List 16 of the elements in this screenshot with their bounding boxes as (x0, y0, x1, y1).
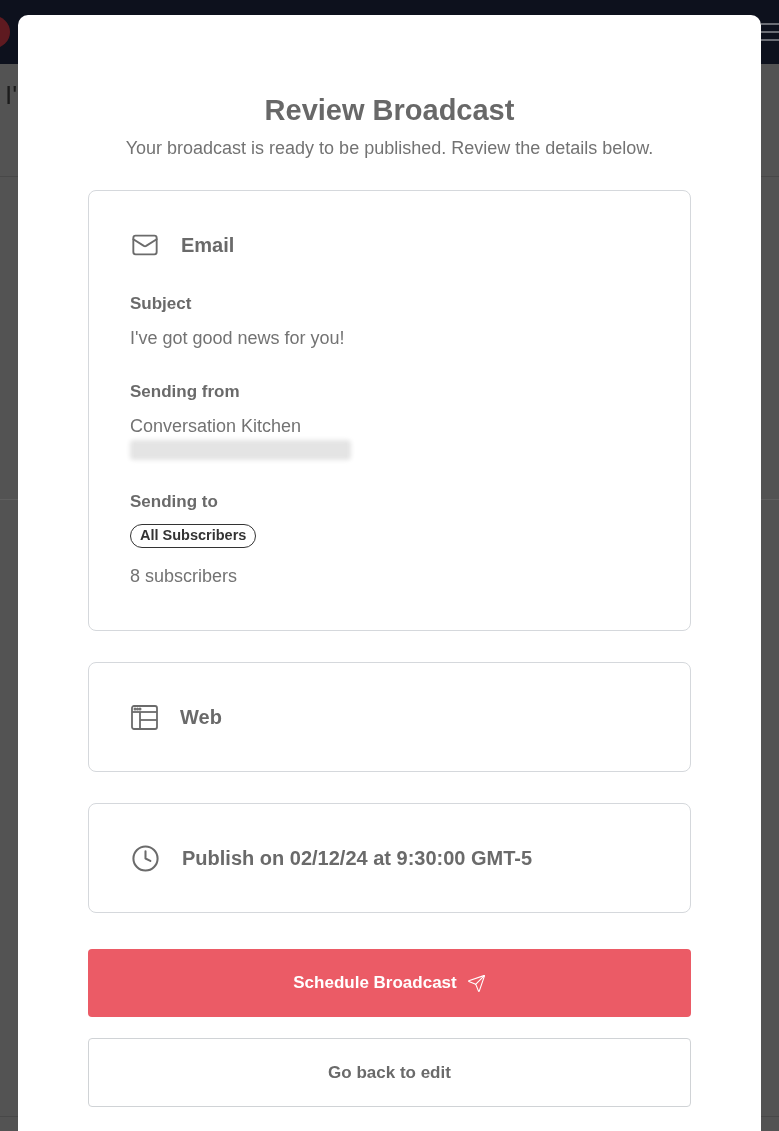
field-value: Conversation Kitchen (130, 415, 303, 438)
field-value: I've got good news for you! (130, 327, 346, 350)
schedule-button[interactable]: Schedule Broadcast (88, 949, 691, 1017)
back-to-edit-button[interactable]: Go back to edit (88, 1038, 691, 1107)
web-layout-icon (131, 704, 158, 730)
field-label: Sending to (130, 491, 219, 513)
paper-plane-icon (466, 973, 486, 993)
modal-subtitle: Your broadcast is ready to be published. Review the details below. (125, 137, 654, 160)
subscriber-count: 8 subscribers (130, 565, 239, 588)
section-heading: Email (181, 233, 235, 257)
modal-title: Review Broadcast (264, 93, 515, 128)
clock-icon (131, 843, 160, 873)
section-heading: Web (180, 705, 222, 729)
field-label: Subject (130, 293, 193, 315)
field-label: Sending from (130, 381, 241, 403)
section-heading: Publish on 02/12/24 at 9:30:00 GMT-5 (182, 846, 533, 870)
